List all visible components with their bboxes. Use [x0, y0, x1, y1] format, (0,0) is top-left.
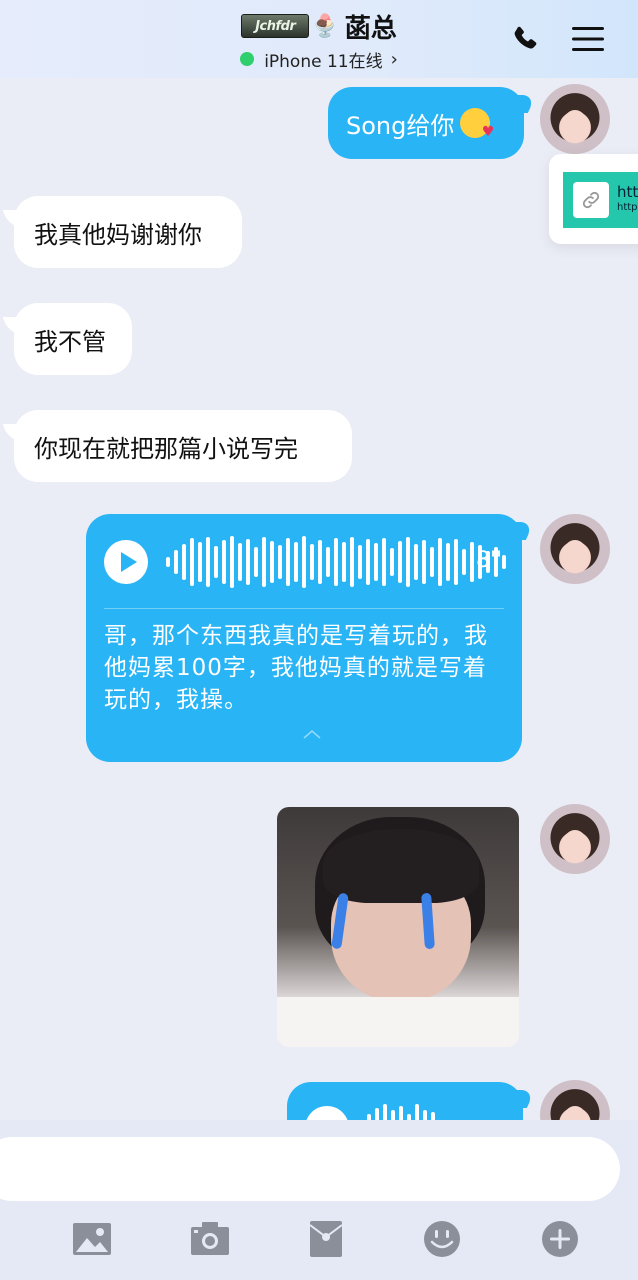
phone-icon[interactable] — [508, 22, 544, 58]
kiss-emoji-icon — [460, 108, 494, 140]
link-card-inner: http http — [563, 172, 638, 228]
online-status-text: iPhone 11在线 — [264, 51, 383, 72]
avatar[interactable] — [540, 84, 610, 154]
image-icon[interactable] — [70, 1219, 114, 1259]
menu-icon[interactable] — [570, 24, 606, 54]
waveform — [166, 532, 506, 592]
link-card[interactable]: http http — [549, 154, 638, 244]
camera-icon[interactable] — [188, 1219, 232, 1259]
voice-duration: 8'' — [476, 548, 503, 573]
message-text: Song给你 — [346, 111, 455, 140]
voice-message-bubble[interactable]: 8'' 哥，那个东西我真的是写着玩的，我他妈累100字，我他妈真的就是写着玩的，… — [86, 514, 522, 762]
chevron-right-icon: › — [390, 48, 398, 70]
link-url: http http — [617, 183, 638, 213]
chat-header: Jchfdr 🍨 菡总 iPhone 11在线 › — [0, 0, 638, 78]
nickname-badge: Jchfdr — [241, 14, 310, 38]
avatar[interactable] — [540, 804, 610, 874]
message-text: 我真他妈谢谢你 — [34, 220, 202, 249]
play-icon[interactable] — [104, 540, 148, 584]
sticker-image[interactable] — [277, 807, 519, 1047]
message-bubble-left[interactable]: 我不管 — [14, 303, 132, 375]
avatar[interactable] — [540, 514, 610, 584]
plus-icon[interactable] — [538, 1219, 582, 1259]
online-dot-icon — [240, 52, 255, 66]
chevron-up-icon[interactable] — [302, 728, 322, 740]
link-icon — [573, 182, 609, 218]
message-bubble-song[interactable]: Song给你 — [328, 87, 524, 159]
dessert-emoji-icon: 🍨 — [311, 13, 339, 39]
emoji-icon[interactable] — [420, 1219, 464, 1259]
divider — [104, 608, 504, 609]
red-packet-icon[interactable] — [304, 1219, 348, 1259]
message-input[interactable] — [0, 1137, 620, 1201]
message-bubble-left[interactable]: 我真他妈谢谢你 — [14, 196, 242, 268]
message-bubble-left[interactable]: 你现在就把那篇小说写完 — [14, 410, 352, 482]
message-text: 我不管 — [34, 327, 106, 356]
voice-transcript: 哥，那个东西我真的是写着玩的，我他妈累100字，我他妈真的就是写着玩的，我操。 — [104, 623, 488, 713]
message-text: 你现在就把那篇小说写完 — [34, 434, 298, 463]
contact-name: 菡总 — [344, 13, 397, 44]
